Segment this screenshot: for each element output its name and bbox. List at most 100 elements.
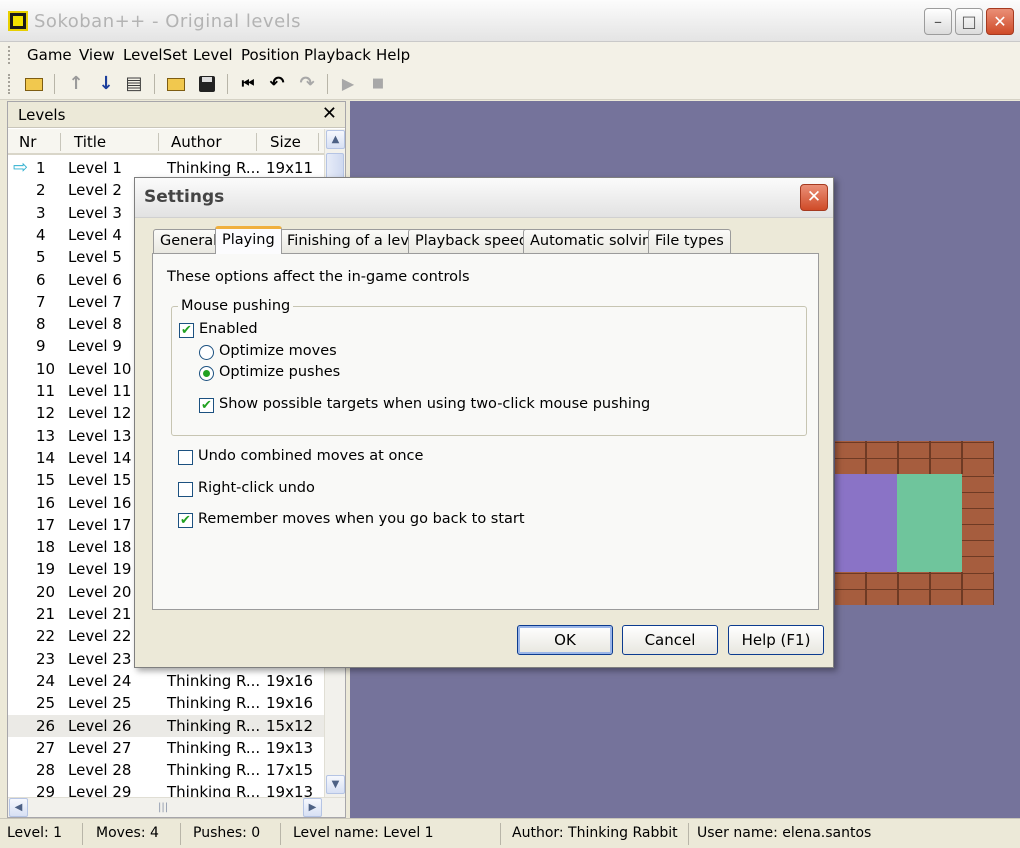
undo-combined-checkbox[interactable] [178,450,193,465]
remember-moves-checkbox[interactable]: ✔ [178,513,193,528]
optimize-pushes-radio[interactable] [199,366,214,381]
scroll-right-button[interactable]: ▶ [303,798,322,817]
column-author[interactable]: Author [171,133,222,151]
window-close-button[interactable]: ✕ [986,8,1014,35]
open-folder-icon[interactable] [22,72,46,96]
minimize-button[interactable]: – [924,8,952,35]
save-icon[interactable] [195,72,219,96]
level-nr: 20 [36,582,56,601]
optimize-moves-radio[interactable] [199,345,214,360]
toolbar: ↑ ↓ ▤ ⏮ ↶ ↷ ▶ ■ [0,68,1020,100]
dialog-title: Settings [144,187,225,207]
enabled-checkbox[interactable]: ✔ [179,323,194,338]
level-author: Thinking R... [167,761,261,780]
optimize-pushes-label[interactable]: Optimize pushes [219,364,340,380]
level-title: Level 21 [68,605,132,623]
tab-playing[interactable]: Playing [215,226,282,254]
level-nr: 3 [36,203,46,222]
play-icon[interactable]: ▶ [336,72,360,96]
tab-automatic-solving[interactable]: Automatic solving [523,229,668,253]
level-title: Level 25 [68,694,132,713]
window-titlebar[interactable]: Sokoban++ - Original levels – □ ✕ [0,0,1020,42]
level-nr: 24 [36,671,56,690]
sokoban-app-icon [8,11,28,31]
level-row[interactable]: 28 Level 28 Thinking R... 17x15 [8,759,324,781]
level-nr: 23 [36,649,56,668]
cancel-button[interactable]: Cancel [622,625,718,655]
help-button[interactable]: Help (F1) [728,625,824,655]
stop-icon[interactable]: ■ [366,72,390,96]
level-title: Level 29 [68,783,132,797]
toolbar-grip[interactable] [8,74,11,94]
level-nr: 29 [36,783,56,797]
scroll-down-button[interactable]: ▼ [326,775,345,794]
dialog-close-button[interactable]: ✕ [800,184,828,211]
enabled-label[interactable]: Enabled [199,321,258,337]
levels-horizontal-scrollbar[interactable]: ◀ ||| ▶ [8,797,345,817]
toolbar-separator [54,74,55,94]
level-title: Level 9 [68,337,122,356]
right-click-undo-label[interactable]: Right-click undo [198,480,315,496]
show-targets-label[interactable]: Show possible targets when using two-cli… [219,396,650,412]
scroll-left-button[interactable]: ◀ [9,798,28,817]
tab-finishing-of-a-level[interactable]: Finishing of a level [280,229,429,253]
levels-panel-close-icon[interactable]: ✕ [322,103,337,124]
menu-position[interactable]: Position [241,46,299,64]
level-author: Thinking R... [167,671,261,690]
level-nr: 19 [36,560,56,579]
dialog-titlebar[interactable]: Settings ✕ [135,178,833,218]
menu-view[interactable]: View [79,46,115,64]
open-file-icon[interactable] [164,72,188,96]
level-nr: 9 [36,337,46,356]
menu-level[interactable]: Level [193,46,233,64]
level-row[interactable]: 29 Level 29 Thinking R... 19x13 [8,781,324,797]
level-row[interactable]: 27 Level 27 Thinking R... 19x13 [8,737,324,759]
rewind-icon[interactable]: ⏮ [236,72,260,96]
level-row[interactable]: 24 Level 24 Thinking R... 19x16 [8,670,324,692]
tab-playback-speed[interactable]: Playback speed [408,229,536,253]
level-nr: 10 [36,359,56,378]
menu-game[interactable]: Game [27,46,72,64]
undo-combined-label[interactable]: Undo combined moves at once [198,448,423,464]
level-row[interactable]: ⇨ 1 Level 1 Thinking R... 19x11 [8,157,324,179]
column-title[interactable]: Title [74,133,106,151]
menubar-grip[interactable] [8,46,11,64]
remember-moves-label[interactable]: Remember moves when you go back to start [198,511,525,527]
right-click-undo-checkbox[interactable] [178,482,193,497]
hscroll-grip[interactable]: ||| [158,802,168,813]
level-size: 19x16 [266,694,314,713]
level-nr: 16 [36,493,56,512]
level-title: Level 8 [68,315,122,334]
level-row[interactable]: 26 Level 26 Thinking R... 15x12 [8,714,324,737]
show-targets-checkbox[interactable]: ✔ [199,398,214,413]
level-row[interactable]: 25 Level 25 Thinking R... 19x16 [8,692,324,714]
settings-tabs: General Playing Finishing of a level Pla… [153,226,813,254]
menu-levelset[interactable]: LevelSet [123,46,187,64]
menu-help[interactable]: Help [376,46,410,64]
maximize-button[interactable]: □ [955,8,983,35]
level-list-icon[interactable]: ▤ [122,72,146,96]
menu-playback[interactable]: Playback [304,46,371,64]
column-nr[interactable]: Nr [19,133,36,151]
column-size[interactable]: Size [270,133,301,151]
undo-icon[interactable]: ↶ [265,72,289,96]
level-nr: 1 [36,159,46,177]
scroll-up-button[interactable]: ▲ [326,130,345,149]
tab-general[interactable]: General [153,229,225,253]
level-title: Level 6 [68,270,122,289]
level-title: Level 5 [68,248,122,267]
level-nr: 4 [36,225,46,244]
brick-wall [835,572,994,605]
optimize-moves-label[interactable]: Optimize moves [219,343,337,359]
redo-icon[interactable]: ↷ [295,72,319,96]
ok-button[interactable]: OK [517,625,613,655]
level-title: Level 28 [68,761,132,780]
tab-file-types[interactable]: File types [648,229,731,253]
playing-intro-text: These options affect the in-game control… [167,269,470,285]
level-nr: 22 [36,627,56,646]
arrow-down-icon[interactable]: ↓ [94,72,118,96]
statusbar: Level: 1 Moves: 4 Pushes: 0 Level name: … [0,818,1020,848]
goal-tile [897,474,962,572]
level-nr: 26 [36,716,56,735]
arrow-up-icon[interactable]: ↑ [64,72,88,96]
